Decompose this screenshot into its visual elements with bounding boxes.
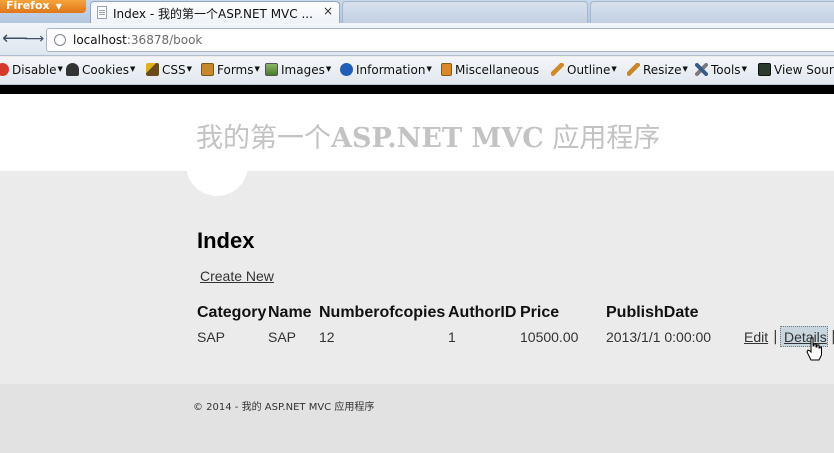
toolbar-css[interactable]: CSS▼ bbox=[146, 63, 192, 77]
toolbar-label: Tools bbox=[711, 63, 741, 77]
url-host: localhost bbox=[73, 33, 127, 47]
toolbar-resize[interactable]: Resize▼ bbox=[627, 63, 688, 77]
toolbar-miscellaneous[interactable]: Miscellaneous bbox=[441, 63, 539, 77]
cell-authorid: 1 bbox=[448, 329, 456, 345]
cell-category: SAP bbox=[197, 329, 226, 345]
tools-icon bbox=[695, 63, 708, 76]
site-title-suffix: 应用程序 bbox=[543, 123, 661, 154]
browser-tab-bar: Firefox ▼ Index - 我的第一个ASP.NET MVC ... × bbox=[0, 0, 834, 23]
globe-icon bbox=[54, 34, 66, 46]
column-header-price: Price bbox=[520, 304, 560, 321]
link-separator: | bbox=[773, 329, 778, 345]
site-footer: © 2014 - 我的 ASP.NET MVC 应用程序 bbox=[0, 384, 834, 453]
page-top-border bbox=[0, 85, 834, 94]
firefox-menu-label: Firefox bbox=[6, 0, 50, 12]
close-tab-icon[interactable]: × bbox=[323, 4, 333, 18]
tab-title: Index - 我的第一个ASP.NET MVC ... bbox=[113, 7, 313, 21]
url-text: localhost:36878/book bbox=[73, 33, 202, 47]
toolbar-label: Miscellaneous bbox=[455, 63, 540, 77]
site-title-bold: ASP.NET MVC bbox=[331, 123, 544, 154]
toolbar-forms[interactable]: Forms▼ bbox=[201, 63, 260, 77]
miscellaneous-icon bbox=[441, 63, 452, 76]
toolbar-view-source[interactable]: View Sour bbox=[758, 63, 834, 77]
toolbar-label: Forms bbox=[217, 63, 254, 77]
column-header-numberofcopies: Numberofcopies bbox=[319, 304, 446, 321]
footer-copyright: © 2014 - 我的 ASP.NET MVC 应用程序 bbox=[193, 402, 375, 413]
css-wand-icon bbox=[146, 63, 159, 76]
toolbar-label: Resize bbox=[643, 63, 682, 77]
toolbar-label: CSS bbox=[162, 63, 186, 77]
browser-tab-active[interactable]: Index - 我的第一个ASP.NET MVC ... × bbox=[90, 1, 340, 23]
forward-arrow-icon[interactable]: ⟶ bbox=[24, 29, 44, 49]
toolbar-disable[interactable]: Disable▼ bbox=[0, 63, 63, 77]
toolbar-cookies[interactable]: Cookies▼ bbox=[66, 63, 135, 77]
chevron-down-icon: ▼ bbox=[55, 2, 62, 11]
outline-pencil-icon bbox=[551, 63, 564, 76]
cell-publishdate: 2013/1/1 0:00:00 bbox=[606, 329, 712, 345]
cookies-icon bbox=[66, 63, 79, 76]
address-bar[interactable]: localhost:36878/book bbox=[46, 28, 834, 52]
toolbar-information[interactable]: Information▼ bbox=[340, 63, 432, 77]
browser-tab-inactive[interactable] bbox=[342, 1, 588, 23]
images-icon bbox=[265, 63, 278, 76]
toolbar-label: Cookies bbox=[82, 63, 129, 77]
column-header-category: Category bbox=[197, 304, 267, 321]
url-path: :36878/book bbox=[126, 33, 203, 47]
cell-name: SAP bbox=[268, 329, 297, 345]
create-new-link[interactable]: Create New bbox=[200, 268, 274, 284]
view-source-icon bbox=[758, 63, 771, 76]
resize-pencil-icon bbox=[627, 63, 640, 76]
toolbar-label: Outline bbox=[567, 63, 611, 77]
column-header-authorid: AuthorID bbox=[448, 304, 517, 321]
web-developer-toolbar: Disable▼ Cookies▼ CSS▼ Forms▼ Images▼ In… bbox=[0, 57, 834, 85]
page-heading: Index bbox=[197, 228, 255, 253]
column-header-name: Name bbox=[268, 304, 312, 321]
site-title[interactable]: 我的第一个ASP.NET MVC 应用程序 bbox=[196, 116, 660, 155]
toolbar-label: Disable bbox=[12, 63, 57, 77]
toolbar-label: View Sour bbox=[774, 63, 834, 77]
column-header-publishdate: PublishDate bbox=[606, 304, 699, 321]
browser-tab-inactive[interactable] bbox=[590, 1, 834, 23]
toolbar-label: Images bbox=[281, 63, 325, 77]
navigation-bar: ⟵ ⟶ localhost:36878/book bbox=[0, 23, 834, 56]
toolbar-tools[interactable]: Tools▼ bbox=[695, 63, 747, 77]
main-content: Index Create New Category Name Numberofc… bbox=[0, 171, 834, 384]
cell-numberofcopies: 12 bbox=[319, 329, 335, 345]
cell-price: 10500.00 bbox=[520, 329, 579, 345]
information-icon bbox=[340, 63, 353, 76]
forms-icon bbox=[201, 63, 214, 76]
disable-icon bbox=[0, 63, 9, 76]
page-icon bbox=[97, 6, 107, 19]
firefox-menu-button[interactable]: Firefox ▼ bbox=[0, 0, 86, 13]
toolbar-outline[interactable]: Outline▼ bbox=[551, 63, 617, 77]
site-header: 我的第一个ASP.NET MVC 应用程序 bbox=[0, 94, 834, 171]
hand-cursor-icon bbox=[806, 337, 822, 361]
edit-link[interactable]: Edit bbox=[744, 329, 768, 345]
toolbar-images[interactable]: Images▼ bbox=[265, 63, 331, 77]
toolbar-label: Information bbox=[356, 63, 426, 77]
